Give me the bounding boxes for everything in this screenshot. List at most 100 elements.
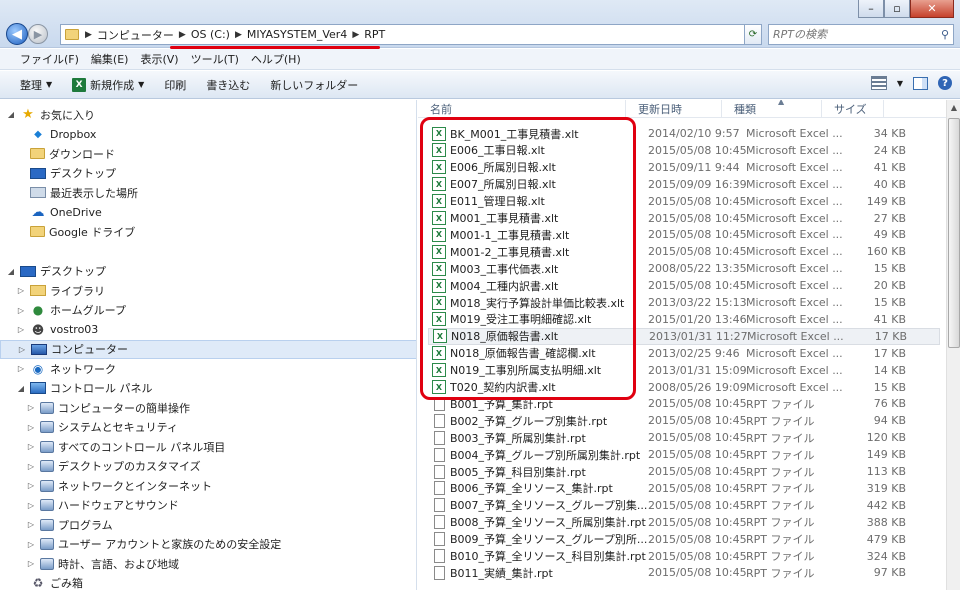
file-row[interactable]: X M018_実行予算設計単価比較表.xlt 2013/03/22 15:13 Mic… xyxy=(428,294,940,311)
breadcrumb-computer[interactable]: コンピューター xyxy=(94,27,177,43)
refresh-button[interactable]: ⟳ xyxy=(744,24,762,45)
menu-tools[interactable]: ツール(T) xyxy=(185,51,245,67)
nav-item[interactable]: ▷ すべてのコントロール パネル項目 xyxy=(26,437,225,456)
file-row[interactable]: B002_予算_グループ別集計.rpt 2015/05/08 10:45 RPT フ… xyxy=(428,412,940,429)
nav-item[interactable]: ▷ ● ホームグループ xyxy=(16,301,126,320)
expand-arrow-icon[interactable]: ▷ xyxy=(16,286,26,295)
nav-item[interactable]: ▷ ☻ vostro03 xyxy=(16,320,98,339)
breadcrumb-current[interactable]: RPT xyxy=(361,28,388,41)
nav-item[interactable]: ▷ コンピューター xyxy=(0,339,416,359)
close-button[interactable]: ✕ xyxy=(910,0,954,18)
expand-arrow-icon[interactable]: ▷ xyxy=(16,364,26,373)
file-row[interactable]: B010_予算_全リソース_科目別集計.rpt 2015/05/08 10:45 R… xyxy=(428,548,940,565)
nav-item[interactable]: ▷ ハードウェアとサウンド xyxy=(26,496,179,515)
file-row[interactable]: X N018_原価報告書.xlt 2013/01/31 11:27 Microsoft… xyxy=(428,327,940,345)
burn-button[interactable]: 書き込む xyxy=(196,77,260,93)
maximize-button[interactable]: ▫ xyxy=(884,0,910,18)
breadcrumb-drive[interactable]: OS (C:) xyxy=(188,28,233,41)
file-row[interactable]: B003_予算_所属別集計.rpt 2015/05/08 10:45 RPT ファイ… xyxy=(428,429,940,446)
column-header-type[interactable]: 種類 xyxy=(722,100,822,117)
search-box[interactable]: ⚲ xyxy=(768,24,954,45)
nav-item[interactable]: ☁ OneDrive xyxy=(16,203,102,222)
nav-item[interactable]: ♻ ごみ箱 xyxy=(16,574,83,590)
nav-item[interactable]: ◢ デスクトップ xyxy=(6,262,106,281)
nav-item[interactable]: ▷ デスクトップのカスタマイズ xyxy=(26,457,201,476)
file-row[interactable]: B001_予算_集計.rpt 2015/05/08 10:45 RPT ファイル 76… xyxy=(428,395,940,412)
menu-edit[interactable]: 編集(E) xyxy=(85,51,135,67)
organize-button[interactable]: 整理 ▼ xyxy=(10,77,62,93)
menu-file[interactable]: ファイル(F) xyxy=(14,51,85,67)
file-row[interactable]: X M001_工事見積書.xlt 2015/05/08 10:45 Microsoft… xyxy=(428,210,940,227)
file-row[interactable]: X M004_工種内訳書.xlt 2015/05/08 10:45 Microsoft… xyxy=(428,277,940,294)
file-row[interactable]: X E007_所属別日報.xlt 2015/09/09 16:39 Microsoft… xyxy=(428,176,940,193)
file-row[interactable]: B007_予算_全リソース_グループ別集... 2015/05/08 10:45 R… xyxy=(428,497,940,514)
nav-item[interactable]: ▷ ユーザー アカウントと家族のための安全設定 xyxy=(26,535,281,554)
expand-arrow-icon[interactable]: ▷ xyxy=(26,481,36,490)
nav-item[interactable]: ▷ ◉ ネットワーク xyxy=(16,359,116,378)
nav-item[interactable]: ◆ Dropbox xyxy=(16,125,96,144)
expand-arrow-icon[interactable]: ▷ xyxy=(16,306,26,315)
search-input[interactable] xyxy=(773,28,923,41)
column-header-name[interactable]: 名前 xyxy=(418,100,626,117)
expand-arrow-icon[interactable]: ▷ xyxy=(26,520,36,529)
file-row[interactable]: X M001-2_工事見積書.xlt 2015/05/08 10:45 Microso… xyxy=(428,243,940,260)
file-row[interactable]: B008_予算_全リソース_所属別集計.rpt 2015/05/08 10:45 R… xyxy=(428,514,940,531)
menu-view[interactable]: 表示(V) xyxy=(134,51,184,67)
nav-item[interactable]: Google ドライブ xyxy=(16,222,135,241)
expanded-arrow-icon[interactable]: ◢ xyxy=(6,267,16,276)
help-icon[interactable]: ? xyxy=(938,76,952,90)
chevron-down-icon[interactable]: ▼ xyxy=(897,79,903,88)
expand-arrow-icon[interactable]: ▷ xyxy=(26,423,36,432)
expand-arrow-icon[interactable]: ▷ xyxy=(26,540,36,549)
scroll-thumb[interactable] xyxy=(948,118,960,348)
minimize-button[interactable]: – xyxy=(858,0,884,18)
file-row[interactable]: X T020_契約内訳書.xlt 2008/05/26 19:09 Microsoft… xyxy=(428,379,940,396)
file-row[interactable]: X N018_原価報告書_確認欄.xlt 2013/02/25 9:46 Micros… xyxy=(428,345,940,362)
menu-help[interactable]: ヘルプ(H) xyxy=(245,51,307,67)
file-row[interactable]: B005_予算_科目別集計.rpt 2015/05/08 10:45 RPT ファイ… xyxy=(428,463,940,480)
expand-arrow-icon[interactable]: ▷ xyxy=(26,442,36,451)
print-button[interactable]: 印刷 xyxy=(154,77,196,93)
new-folder-button[interactable]: 新しいフォルダー xyxy=(260,77,368,93)
address-bar[interactable]: ▶ コンピューター ▶ OS (C:) ▶ MIYASYSTEM_Ver4 ▶ … xyxy=(60,24,760,45)
file-row[interactable]: B009_予算_全リソース_グループ別所... 2015/05/08 10:45 R… xyxy=(428,531,940,548)
file-row[interactable]: X M019_受注工事明細確認.xlt 2015/01/20 13:46 Micros… xyxy=(428,311,940,328)
column-header-date[interactable]: 更新日時 xyxy=(626,100,722,117)
file-row[interactable]: B006_予算_全リソース_集計.rpt 2015/05/08 10:45 RPT … xyxy=(428,480,940,497)
file-row[interactable]: X E011_管理日報.xlt 2015/05/08 10:45 Microsoft … xyxy=(428,193,940,210)
file-row[interactable]: X M001-1_工事見積書.xlt 2015/05/08 10:45 Microso… xyxy=(428,226,940,243)
new-button[interactable]: X 新規作成 ▼ xyxy=(62,77,154,93)
nav-item[interactable]: 最近表示した場所 xyxy=(16,183,138,202)
file-row[interactable]: B004_予算_グループ別所属別集計.rpt 2015/05/08 10:45 RP… xyxy=(428,446,940,463)
nav-item[interactable]: デスクトップ xyxy=(16,164,116,183)
file-row[interactable]: X E006_工事日報.xlt 2015/05/08 10:45 Microsoft … xyxy=(428,142,940,159)
expand-arrow-icon[interactable]: ▷ xyxy=(16,325,26,334)
breadcrumb-folder[interactable]: MIYASYSTEM_Ver4 xyxy=(244,28,350,41)
column-header-size[interactable]: サイズ xyxy=(822,100,884,117)
expand-arrow-icon[interactable]: ▷ xyxy=(17,345,27,354)
expand-arrow-icon[interactable]: ▷ xyxy=(26,403,36,412)
nav-item[interactable]: ◢ ★ お気に入り xyxy=(6,105,95,124)
nav-item[interactable]: ▷ プログラム xyxy=(26,515,113,534)
nav-item[interactable]: ダウンロード xyxy=(16,144,115,163)
file-row[interactable]: B011_実績_集計.rpt 2015/05/08 10:45 RPT ファイル 97… xyxy=(428,564,940,581)
file-row[interactable]: X N019_工事別所属支払明細.xlt 2013/01/31 15:09 Micro… xyxy=(428,362,940,379)
expand-arrow-icon[interactable]: ▷ xyxy=(26,501,36,510)
vertical-scrollbar[interactable]: ▲ xyxy=(946,100,960,590)
expand-arrow-icon[interactable]: ▷ xyxy=(26,559,36,568)
nav-item[interactable]: ▷ システムとセキュリティ xyxy=(26,418,178,437)
expand-arrow-icon[interactable]: ▷ xyxy=(26,462,36,471)
nav-item[interactable]: ▷ ライブラリ xyxy=(16,281,105,300)
forward-button[interactable]: ▶ xyxy=(28,24,48,44)
scroll-up-arrow-icon[interactable]: ▲ xyxy=(947,100,960,114)
view-options-icon[interactable] xyxy=(870,76,887,90)
nav-item[interactable]: ▷ 時計、言語、および地域 xyxy=(26,554,179,573)
file-row[interactable]: X M003_工事代価表.xlt 2008/05/22 13:35 Microsoft… xyxy=(428,260,940,277)
preview-pane-icon[interactable] xyxy=(913,76,928,90)
nav-item[interactable]: ▷ コンピューターの簡単操作 xyxy=(26,398,190,417)
nav-item[interactable]: ◢ コントロール パネル xyxy=(16,379,153,398)
nav-item[interactable]: ▷ ネットワークとインターネット xyxy=(26,476,212,495)
file-row[interactable]: X E006_所属別日報.xlt 2015/09/11 9:44 Microsoft … xyxy=(428,159,940,176)
expanded-arrow-icon[interactable]: ◢ xyxy=(16,384,26,393)
file-row[interactable]: X BK_M001_工事見積書.xlt 2014/02/10 9:57 Microso… xyxy=(428,125,940,142)
